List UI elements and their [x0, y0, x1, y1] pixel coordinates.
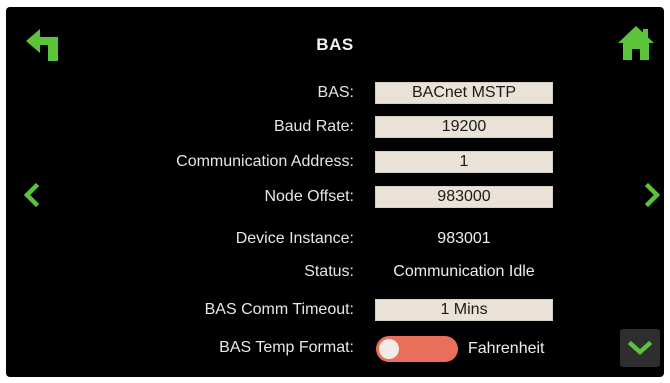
temp-format-toggle[interactable] — [376, 336, 458, 362]
setting-row-bas: BAS: BACnet MSTP — [6, 81, 664, 105]
device-instance-value: 983001 — [437, 230, 491, 247]
toggle-knob — [379, 339, 399, 359]
comm-timeout-label: BAS Comm Timeout: — [204, 301, 354, 318]
bas-label: BAS: — [317, 84, 354, 101]
setting-row-comm-timeout: BAS Comm Timeout: 1 Mins — [6, 298, 664, 322]
comm-timeout-field[interactable]: 1 Mins — [375, 299, 553, 321]
node-offset-label: Node Offset: — [264, 188, 354, 205]
temp-format-label: BAS Temp Format: — [219, 339, 354, 356]
home-icon[interactable] — [616, 24, 656, 64]
setting-row-device-instance: Device Instance: 983001 — [6, 227, 664, 251]
bas-protocol-field[interactable]: BACnet MSTP — [375, 82, 553, 104]
comm-address-label: Communication Address: — [176, 153, 354, 170]
baud-rate-label: Baud Rate: — [273, 118, 354, 135]
display-screen: BAS BAS: BACnet MSTP Baud Rate: 19200 Co… — [6, 7, 664, 377]
scroll-down-button[interactable] — [620, 329, 660, 367]
page-title: BAS — [316, 35, 354, 54]
setting-row-node-offset: Node Offset: 983000 — [6, 185, 664, 209]
status-label: Status: — [304, 263, 354, 280]
status-value: Communication Idle — [393, 263, 535, 280]
comm-address-field[interactable]: 1 — [375, 151, 553, 173]
node-offset-field[interactable]: 983000 — [375, 186, 553, 208]
setting-row-baud-rate: Baud Rate: 19200 — [6, 115, 664, 139]
temp-format-value: Fahrenheit — [468, 340, 545, 357]
baud-rate-field[interactable]: 19200 — [375, 116, 553, 138]
setting-row-comm-address: Communication Address: 1 — [6, 150, 664, 174]
setting-row-status: Status: Communication Idle — [6, 260, 664, 284]
setting-row-temp-format: BAS Temp Format: Fahrenheit — [6, 336, 664, 362]
device-instance-label: Device Instance: — [235, 230, 354, 247]
chevron-down-icon — [627, 340, 653, 356]
